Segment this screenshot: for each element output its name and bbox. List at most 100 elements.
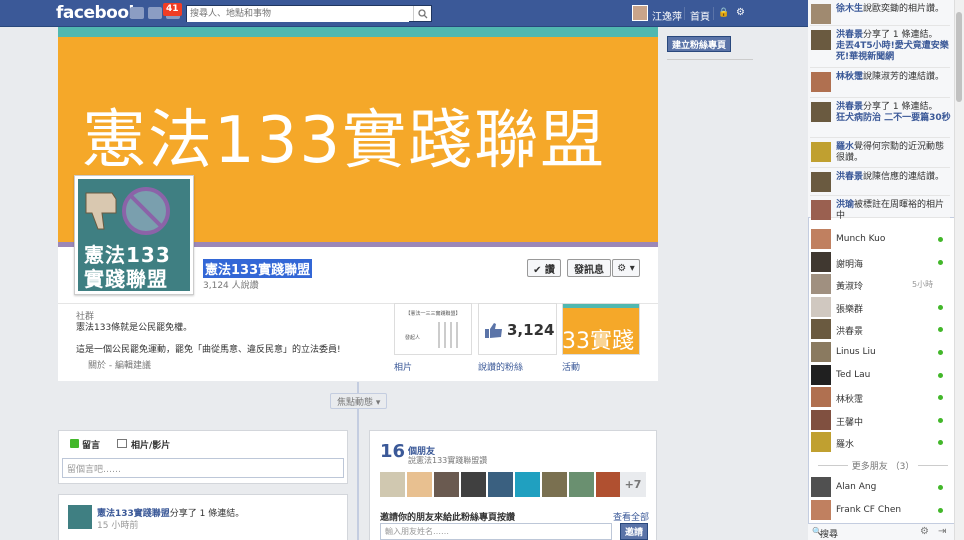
friend-thumbnail[interactable] [596, 472, 621, 497]
contact-name: 林秋霪 [836, 395, 864, 406]
search-input[interactable] [187, 6, 409, 22]
profile-picture[interactable]: 憲法133 實踐聯盟 [74, 175, 194, 295]
contact-avatar [811, 274, 831, 295]
chat-contact[interactable]: Frank CF Chen [810, 499, 950, 521]
chat-contact[interactable]: 謝明海 [810, 251, 950, 273]
photos-label[interactable]: 相片 [394, 360, 412, 373]
chat-contact[interactable]: 洪春景 [810, 318, 950, 340]
page-options-button[interactable]: ⚙ ▾ [612, 259, 640, 277]
ticker-user-link[interactable]: 洪春景 [836, 102, 863, 112]
ticker-user-link[interactable]: 洪春景 [836, 172, 863, 182]
online-status-icon [938, 327, 943, 333]
ticker-avatar[interactable] [811, 102, 831, 122]
message-button[interactable]: 發訊息 [567, 259, 611, 277]
story-avatar[interactable] [68, 505, 92, 529]
contact-name: 謝明海 [836, 259, 864, 270]
ticker-user-link[interactable]: 洪春景 [836, 30, 863, 40]
photos-doc-lines [435, 320, 465, 350]
ticker-text: 洪春景分享了 1 條連結。 狂犬病防治 二不一要篇30秒 [836, 102, 952, 124]
messages-icon[interactable] [148, 7, 162, 19]
ticker-text: 林秋霪說陳淑芳的連結讚。 [836, 72, 952, 83]
contact-name: 洪春景 [836, 327, 864, 338]
home-link[interactable]: 首頁 [690, 8, 710, 23]
ticker-avatar[interactable] [811, 200, 831, 220]
more-friends-count[interactable]: +7 [620, 472, 646, 497]
chat-contact[interactable]: Ted Lau [810, 364, 950, 386]
no-sign-icon [122, 187, 170, 235]
search-box[interactable] [186, 5, 432, 22]
tab-photo-video[interactable]: 相片/影片 [131, 438, 170, 451]
invite-button[interactable]: 邀請 [620, 523, 648, 540]
chat-contact[interactable]: Munch Kuo [810, 228, 950, 250]
divider [918, 465, 948, 466]
ticker-action: 說歐奕鋤的相片讚。 [863, 4, 945, 14]
user-name-link[interactable]: 江逸萍 [652, 8, 682, 23]
contact-name: Munch Kuo [836, 234, 886, 244]
ticker-item[interactable]: 洪瑜被標註在周暉裕的相片中 [810, 198, 950, 221]
friend-thumbnail[interactable] [569, 472, 594, 497]
ticker-avatar[interactable] [811, 72, 831, 92]
ticker-user-link[interactable]: 徐木生 [836, 4, 863, 14]
likes-count-text[interactable]: 3,124 人說讚 [203, 278, 259, 291]
chat-contact[interactable]: Alan Ang [810, 476, 950, 498]
highlights-dropdown[interactable]: 焦點動態 ▾ [330, 393, 388, 409]
online-status-icon [938, 395, 943, 401]
chat-settings-icon[interactable]: ⚙ [920, 526, 929, 537]
ticker-link-title[interactable]: 狂犬病防治 二不一要篇30秒 [836, 113, 952, 124]
ticker-avatar[interactable] [811, 142, 831, 162]
ticker-link-title[interactable]: 走丟4T5小時!愛犬竟遭安樂死!華視新聞網 [836, 41, 952, 63]
create-page-button[interactable]: 建立粉絲專頁 [667, 36, 732, 52]
chat-contact[interactable]: 林秋霪 [810, 386, 950, 408]
friend-thumbnail[interactable] [380, 472, 405, 497]
friend-thumbnail[interactable] [407, 472, 432, 497]
ticker-text: 洪春景分享了 1 條連結。 走丟4T5小時!愛犬竟遭安樂死!華視新聞網 [836, 30, 952, 63]
page-title[interactable]: 憲法133實踐聯盟 [203, 259, 313, 278]
friend-requests-icon[interactable] [130, 7, 144, 19]
facebook-logo[interactable]: facebook [56, 3, 140, 23]
chat-search-input[interactable]: 搜尋 [820, 527, 838, 540]
friend-thumbnail[interactable] [488, 472, 513, 497]
photos-tile[interactable]: 【憲法一三三實踐聯盟】 發起人 [394, 303, 472, 355]
ticker-avatar[interactable] [811, 30, 831, 50]
friend-thumbnail[interactable] [515, 472, 540, 497]
ticker-user-link[interactable]: 羅水 [836, 142, 854, 152]
chat-contact[interactable]: 黃淑玲 5小時 [810, 273, 950, 295]
chat-contact[interactable]: 王馨中 [810, 409, 950, 431]
chat-contact[interactable]: Linus Liu [810, 341, 950, 363]
post-input[interactable]: 留個言吧…… [62, 458, 344, 478]
see-all-link[interactable]: 查看全部 [613, 510, 649, 523]
user-avatar[interactable] [632, 5, 648, 21]
story-timestamp[interactable]: 15 小時前 [97, 518, 138, 531]
scrollbar-thumb[interactable] [956, 12, 962, 102]
ticker-item[interactable]: 羅水覺得何宗勳的近況動態很讚。 [810, 140, 950, 168]
more-friends-divider[interactable]: 更多朋友 （3） [818, 459, 948, 472]
about-links[interactable]: 關於 - 編輯建議 [88, 358, 151, 371]
tab-post[interactable]: 留言 [82, 438, 100, 451]
likes-label[interactable]: 說讚的粉絲 [478, 360, 523, 373]
ticker-item[interactable]: 徐木生說歐奕鋤的相片讚。 [810, 2, 950, 26]
profile-picture-image: 憲法133 實踐聯盟 [78, 179, 190, 291]
thumbs-up-icon [484, 321, 504, 342]
ticker-item[interactable]: 洪春景分享了 1 條連結。 狂犬病防治 二不一要篇30秒 [810, 100, 952, 138]
chat-contact[interactable]: 張樂群 [810, 296, 950, 318]
events-label[interactable]: 活動 [562, 360, 580, 373]
invite-friend-input[interactable]: 輸入朋友姓名…… [380, 523, 612, 540]
settings-gear-icon[interactable]: ⚙ [736, 7, 745, 18]
ticker-avatar[interactable] [811, 4, 831, 24]
online-status-icon [938, 350, 943, 355]
ticker-item[interactable]: 洪春景分享了 1 條連結。 走丟4T5小時!愛犬竟遭安樂死!華視新聞網 [810, 28, 950, 68]
ticker-avatar[interactable] [811, 172, 831, 192]
cover-stripe [58, 27, 658, 37]
like-button[interactable]: ✔ 讚 [527, 259, 561, 277]
friend-thumbnail[interactable] [434, 472, 459, 497]
ticker-user-link[interactable]: 林秋霪 [836, 72, 863, 82]
privacy-shortcuts-icon[interactable]: 🔒 [718, 8, 729, 18]
chat-contact[interactable]: 羅水 [810, 431, 950, 453]
friend-thumbnail[interactable] [542, 472, 567, 497]
ticker-item[interactable]: 洪春景說陳信應的連結讚。 [810, 170, 950, 196]
friend-thumbnail[interactable] [461, 472, 486, 497]
ticker-item[interactable]: 林秋霪說陳淑芳的連結讚。 [810, 70, 950, 98]
chat-popout-icon[interactable]: ⇥ [938, 526, 946, 537]
search-icon[interactable] [413, 6, 431, 21]
ticker-user-link[interactable]: 洪瑜 [836, 200, 854, 210]
